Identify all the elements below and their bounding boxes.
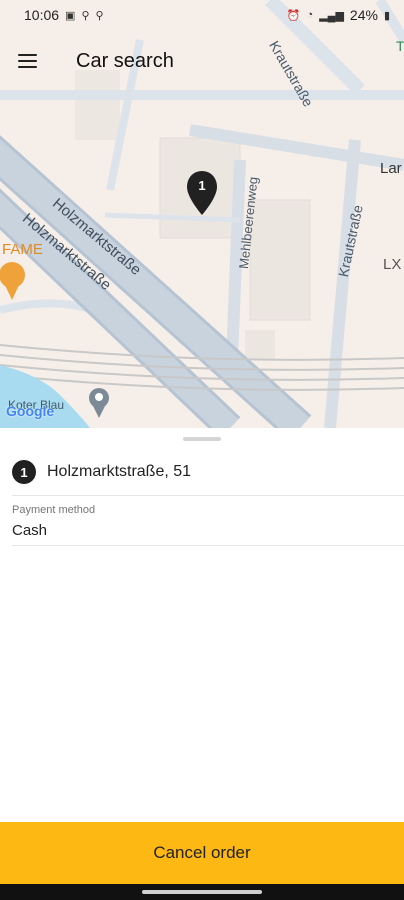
- pickup-address: Holzmarktstraße, 51: [47, 463, 192, 480]
- cancel-order-button[interactable]: Cancel order: [0, 822, 404, 884]
- google-logo: Google: [6, 403, 55, 419]
- order-sheet: 1 Holzmarktstraße, 51 Payment method Cas…: [0, 428, 404, 822]
- poi-label-fame: FAME: [2, 241, 43, 258]
- signal-icon: ▂▄▆: [319, 9, 344, 22]
- wifi-icon: ◔: [306, 9, 314, 21]
- menu-icon[interactable]: [18, 46, 48, 76]
- status-time: 10:06: [24, 7, 60, 23]
- marker-pin-icon: [187, 171, 217, 215]
- edge-label-lar: Lar: [380, 160, 402, 177]
- app-bar: Car search: [0, 36, 404, 86]
- marker-number: 1: [198, 178, 206, 193]
- divider-2: [12, 545, 404, 546]
- home-gesture-pill[interactable]: [142, 890, 262, 894]
- location-icon: ⚲: [81, 9, 90, 22]
- divider: [12, 495, 404, 496]
- system-nav-bar: [0, 884, 404, 900]
- sheet-drag-handle[interactable]: [183, 437, 221, 441]
- location-marker[interactable]: 1: [186, 170, 218, 216]
- edge-label-lx: LX: [383, 256, 402, 273]
- alarm-icon: ⏰: [286, 9, 301, 22]
- payment-method-value[interactable]: Cash: [12, 522, 47, 539]
- battery-text: 24%: [349, 7, 378, 23]
- address-number-badge: 1: [12, 460, 36, 484]
- image-icon: ▣: [65, 9, 76, 22]
- payment-method-label: Payment method: [12, 504, 96, 516]
- battery-icon: ▮: [383, 9, 390, 22]
- page-title: Car search: [76, 49, 174, 72]
- pickup-address-row[interactable]: 1 Holzmarktstraße, 51: [12, 460, 191, 484]
- status-bar: 10:06 ▣ ⚲ ⚲ ⏰ ◔ ▂▄▆ 24% ▮: [0, 0, 404, 30]
- location-icon-2: ⚲: [95, 9, 104, 22]
